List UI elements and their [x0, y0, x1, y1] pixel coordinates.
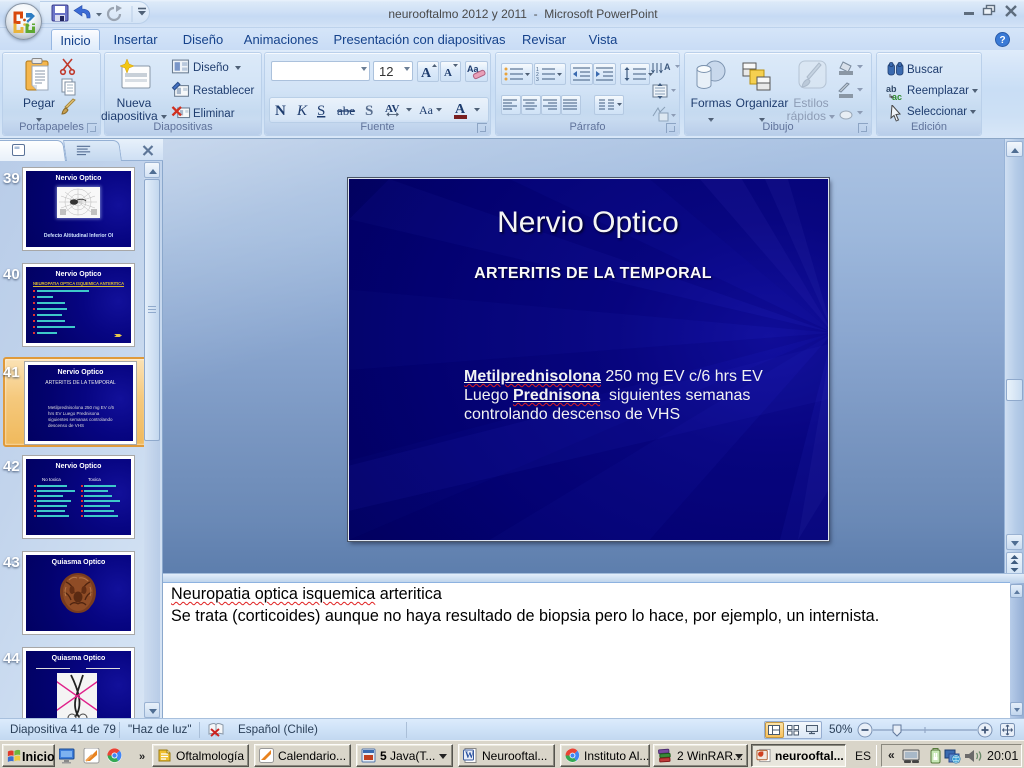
svg-text:W: W	[465, 750, 474, 760]
svg-text:»: »	[139, 751, 145, 763]
svg-text:S: S	[317, 103, 325, 119]
svg-text:A: A	[664, 62, 671, 72]
svg-text:S: S	[365, 103, 373, 119]
svg-text:N: N	[275, 103, 286, 119]
svg-text:?: ?	[999, 35, 1005, 46]
svg-text:abe: abe	[337, 103, 355, 118]
svg-text:3: 3	[536, 77, 539, 83]
svg-text:Aa: Aa	[419, 103, 434, 117]
svg-text:A: A	[421, 66, 432, 80]
svg-text:A: A	[444, 67, 452, 79]
svg-text:ac: ac	[892, 92, 902, 101]
svg-text:A: A	[455, 102, 466, 117]
svg-text:K: K	[296, 103, 308, 119]
